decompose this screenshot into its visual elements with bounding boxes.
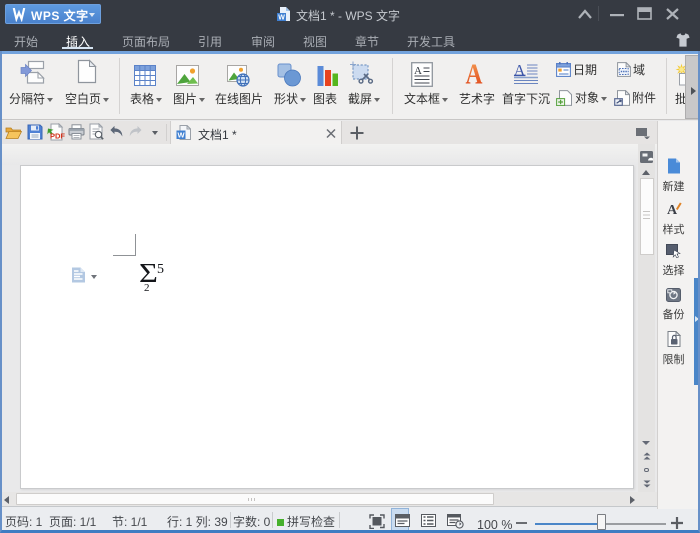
svg-text:A: A (666, 203, 677, 217)
svg-text:A: A (466, 60, 483, 87)
svg-text:W: W (278, 13, 285, 22)
svg-text:PDF: PDF (50, 132, 65, 141)
svg-text:W: W (177, 130, 185, 139)
svg-text:A: A (414, 65, 422, 77)
